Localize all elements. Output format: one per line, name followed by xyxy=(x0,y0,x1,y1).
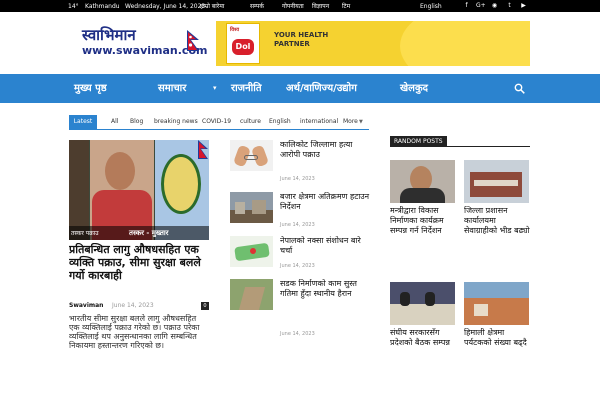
comment-count-badge[interactable]: 0 xyxy=(201,302,209,310)
ad-badge-top-text: विश्व xyxy=(230,27,239,33)
feature-author[interactable]: Swaviman xyxy=(69,302,103,309)
list-item-date: June 14, 2023 xyxy=(280,331,315,337)
feature-image-person xyxy=(90,140,154,240)
random-post-thumbnail[interactable] xyxy=(390,160,455,203)
top-link-ads[interactable]: विज्ञापन xyxy=(312,3,329,10)
chevron-down-icon[interactable]: ▾ xyxy=(213,74,217,103)
top-link-english[interactable]: English xyxy=(420,3,442,10)
tab-blog[interactable]: Blog xyxy=(130,115,143,129)
thumbnail-building xyxy=(252,200,266,214)
map-marker-icon xyxy=(250,248,256,254)
site-logo[interactable]: स्वाभिमान www.swaviman.com xyxy=(82,26,207,60)
nav-item-economy[interactable]: अर्थ/वाणिज्य/उद्योग xyxy=(286,74,357,103)
feature-excerpt: भारतीय सीमा सुरक्षा बलले लागु औषधसहित एक… xyxy=(69,314,200,350)
ad-badge-main-text: Dol xyxy=(232,39,254,55)
list-item[interactable]: कालिकोट जिल्लामा हत्या आरोपी पक्राउ June… xyxy=(230,140,370,186)
thumbnail-person xyxy=(400,292,410,306)
nav-item-home[interactable]: मुख्य पृष्ठ xyxy=(74,74,107,103)
ad-brand-badge: विश्व Dol xyxy=(226,23,260,64)
random-post-thumbnail[interactable] xyxy=(464,160,529,203)
search-icon[interactable] xyxy=(514,83,525,94)
thumbnail-building xyxy=(235,202,245,214)
feature-image-caption: तस्कर पक्राउ तस्कर - मुख्तार xyxy=(69,226,209,240)
feature-image-emblem-panel xyxy=(155,140,209,240)
facebook-icon[interactable]: f xyxy=(462,2,471,10)
main-navigation: मुख्य पृष्ठ समाचार ▾ राजनीति अर्थ/वाणिज्… xyxy=(0,74,600,103)
thumbnail-signboard xyxy=(474,180,518,186)
current-date: Wednesday, June 14, 2023 xyxy=(125,3,206,10)
list-item-title[interactable]: बजार क्षेत्रमा अतिक्रमण हटाउन निर्देशन xyxy=(280,192,372,224)
tab-latest[interactable]: Latest xyxy=(69,115,97,129)
weather-city: Kathmandu xyxy=(85,3,120,10)
top-link-about[interactable]: हाम्रो बारेमा xyxy=(200,3,224,10)
random-post-title[interactable]: हिमाली क्षेत्रमा पर्यटकको संख्या बढ्दै xyxy=(464,328,530,392)
random-posts-header: RANDOM POSTS xyxy=(390,136,530,147)
weather-temperature: 14° xyxy=(68,3,79,10)
random-post-thumbnail[interactable] xyxy=(390,282,455,325)
youtube-icon[interactable]: ▶ xyxy=(519,2,528,10)
thumbnail-suit xyxy=(400,188,445,203)
handcuff-icon xyxy=(244,155,258,160)
feature-image-face xyxy=(105,152,135,190)
feature-title[interactable]: प्रतिबन्धित लागु औषधसहित एक व्यक्ति पक्र… xyxy=(69,243,209,301)
tab-culture[interactable]: culture xyxy=(240,115,261,129)
list-item[interactable]: नेपालको नक्सा संशोधन बारे चर्चा June 14,… xyxy=(230,236,370,282)
ad-tagline: YOUR HEALTH PARTNER xyxy=(274,31,329,48)
tabs-divider xyxy=(69,129,369,130)
list-item[interactable]: सडक निर्माणको काम सुस्त गतिमा हुँदा स्था… xyxy=(230,279,372,337)
feature-caption-right: तस्कर - मुख्तार xyxy=(129,229,169,237)
top-link-team[interactable]: टिम xyxy=(342,3,350,10)
list-item-date: June 14, 2023 xyxy=(280,176,315,182)
page: 14° Kathmandu Wednesday, June 14, 2023 ह… xyxy=(0,0,600,400)
top-bar: 14° Kathmandu Wednesday, June 14, 2023 ह… xyxy=(0,0,600,12)
nav-item-politics[interactable]: राजनीति xyxy=(231,74,262,103)
tab-english[interactable]: English xyxy=(269,115,291,129)
tab-covid-19[interactable]: COVID-19 xyxy=(202,115,231,129)
random-post-title[interactable]: जिल्ला प्रशासन कार्यालयमा सेवाग्राहीको भ… xyxy=(464,206,530,270)
tab-breaking-news[interactable]: breaking news xyxy=(154,115,198,129)
thumbnail-road xyxy=(238,287,266,310)
random-post-title[interactable]: संघीय सरकारसँग प्रदेशको बैठक सम्पन्न xyxy=(390,328,456,392)
thumbnail-table xyxy=(390,304,455,325)
list-item-date: June 14, 2023 xyxy=(280,222,315,228)
ad-decoration xyxy=(400,21,530,66)
nav-item-news[interactable]: समाचार xyxy=(158,74,186,103)
chevron-down-icon[interactable]: ▼ xyxy=(359,115,363,129)
logo-nepali-text: स्वाभिमान xyxy=(82,26,136,44)
random-posts-label: RANDOM POSTS xyxy=(390,136,447,147)
tab-international[interactable]: international xyxy=(300,115,338,129)
list-item-thumbnail[interactable] xyxy=(230,140,273,171)
random-post-title[interactable]: मन्त्रीद्वारा विकास निर्माणका कार्यक्रम … xyxy=(390,206,456,270)
thumbnail-house xyxy=(474,304,488,316)
feature-caption-left: तस्कर पक्राउ xyxy=(71,230,99,237)
list-item-thumbnail[interactable] xyxy=(230,236,273,267)
thumbnail-person xyxy=(425,292,435,306)
header-advertisement[interactable]: विश्व Dol YOUR HEALTH PARTNER xyxy=(216,21,530,66)
tab-more[interactable]: More xyxy=(343,115,358,129)
list-item-thumbnail[interactable] xyxy=(230,279,273,310)
nepal-flag-icon xyxy=(198,140,208,159)
list-item-thumbnail[interactable] xyxy=(230,192,273,223)
nepal-flag-icon xyxy=(187,30,199,51)
feature-image[interactable]: तस्कर पक्राउ तस्कर - मुख्तार xyxy=(69,140,209,240)
category-tabs: Latest All Blog breaking news COVID-19 c… xyxy=(69,115,369,129)
emblem-icon xyxy=(161,154,201,214)
list-item[interactable]: बजार क्षेत्रमा अतिक्रमण हटाउन निर्देशन J… xyxy=(230,192,370,238)
top-link-contact[interactable]: सम्पर्क xyxy=(250,3,264,10)
tab-all[interactable]: All xyxy=(111,115,118,129)
list-item-title[interactable]: कालिकोट जिल्लामा हत्या आरोपी पक्राउ xyxy=(280,140,372,172)
feature-image-left-panel xyxy=(69,140,89,240)
twitter-icon[interactable]: t xyxy=(505,2,514,10)
google-plus-icon[interactable]: G+ xyxy=(476,2,486,10)
list-item-title[interactable]: सडक निर्माणको काम सुस्त गतिमा हुँदा स्था… xyxy=(280,279,372,323)
nav-item-sports[interactable]: खेलकुद xyxy=(400,74,428,103)
list-item-date: June 14, 2023 xyxy=(280,263,315,269)
random-post-thumbnail[interactable] xyxy=(464,282,529,325)
top-link-privacy[interactable]: गोपनीयता xyxy=(282,3,304,10)
instagram-icon[interactable]: ◉ xyxy=(490,2,499,10)
feature-date: June 14, 2023 xyxy=(112,302,154,309)
